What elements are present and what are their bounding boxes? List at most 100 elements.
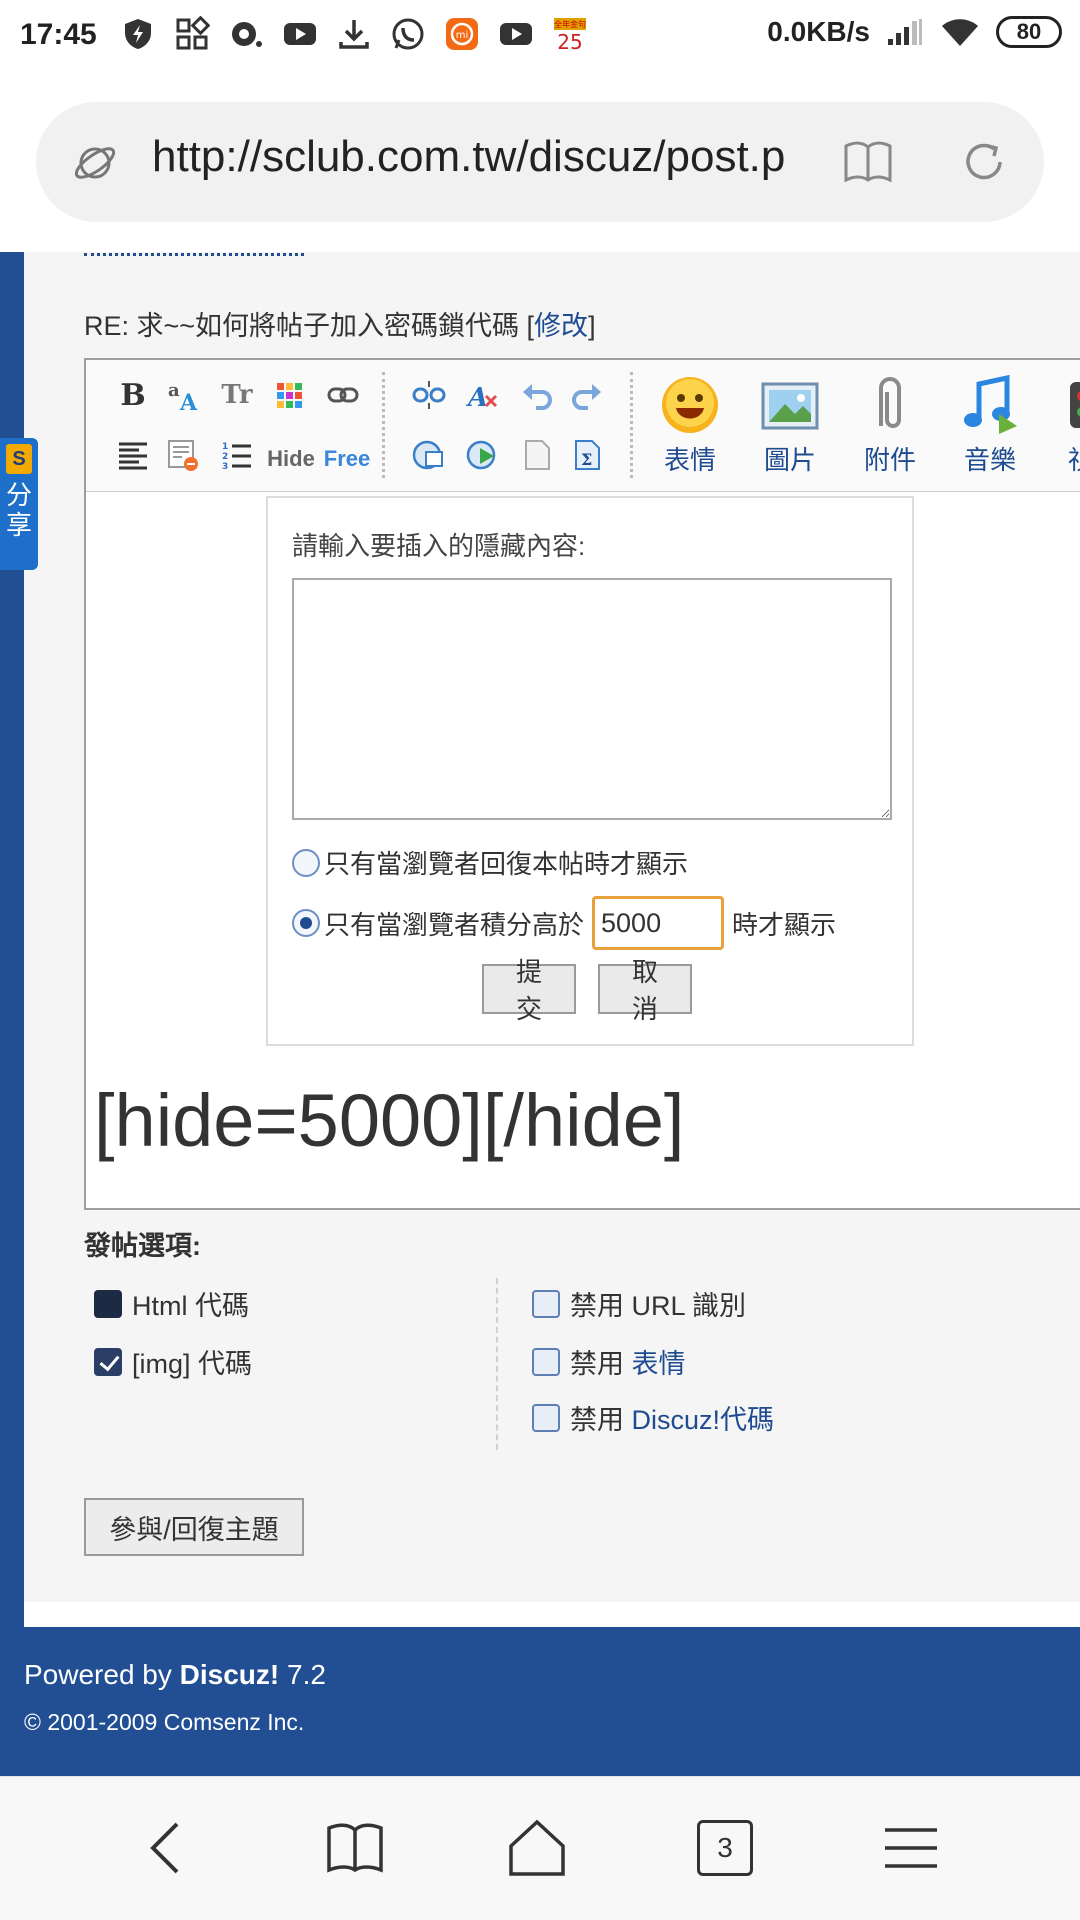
browser-bottom-nav: 3 xyxy=(0,1776,1080,1920)
cancel-button[interactable]: 取消 xyxy=(598,957,692,1024)
svg-text:a: a xyxy=(168,380,180,401)
music-button[interactable]: 音樂 xyxy=(950,374,1030,477)
color-grid-icon[interactable] xyxy=(272,378,306,412)
shield-bolt-icon xyxy=(118,14,158,54)
emoticons-link[interactable]: 表情 xyxy=(632,1342,686,1381)
option-disable-discuz-code[interactable]: 禁用 Discuz!代碼 xyxy=(532,1398,774,1437)
hide-content-label: 請輸入要插入的隱藏內容: xyxy=(292,531,586,561)
ordered-list-icon[interactable]: 123 xyxy=(220,438,254,472)
share-tab[interactable]: S 分享 xyxy=(0,438,38,570)
emoticon-button[interactable]: 表情 xyxy=(650,374,730,477)
redo-icon[interactable] xyxy=(570,378,604,412)
hide-content-textarea[interactable] xyxy=(292,578,892,820)
font-size-button[interactable]: Tr xyxy=(220,378,254,412)
block-quote-icon[interactable] xyxy=(166,438,200,472)
disable-emoticons-checkbox[interactable] xyxy=(532,1347,560,1376)
post-options-title: 發帖選項: xyxy=(84,1231,201,1261)
reader-mode-icon[interactable] xyxy=(842,138,894,186)
disable-url-checkbox[interactable] xyxy=(532,1289,560,1318)
notification-icons: mi 全年金句 25 xyxy=(118,14,590,54)
option-disable-emoticons[interactable]: 禁用 表情 xyxy=(532,1342,686,1381)
whatsapp-icon xyxy=(388,14,428,54)
back-arrow-icon xyxy=(150,1822,179,1874)
download-icon xyxy=(334,14,374,54)
svg-text:全年金句: 全年金句 xyxy=(554,19,586,29)
insert-formula-icon[interactable]: Σ xyxy=(570,438,604,472)
copyright: © 2001-2009 Comsenz Inc. xyxy=(24,1709,305,1735)
editor-toolbar: B aA Tr A 123 Hide Free Σ 表情 圖片 附件 音樂 xyxy=(86,360,1080,492)
reload-icon[interactable] xyxy=(960,138,1008,186)
browser-toolbar: http://sclub.com.tw/discuz/post.p xyxy=(0,74,1080,252)
edit-link[interactable]: 修改 xyxy=(534,311,588,341)
unlink-icon[interactable] xyxy=(412,378,446,412)
disable-discuz-code-checkbox[interactable] xyxy=(532,1403,560,1432)
network-speed: 0.0KB/s xyxy=(767,16,870,47)
attachment-button[interactable]: 附件 xyxy=(850,374,930,477)
html-code-checkbox[interactable] xyxy=(94,1289,122,1318)
svg-text:A: A xyxy=(179,390,198,412)
insert-media-icon[interactable] xyxy=(412,438,446,472)
video-icon xyxy=(1070,382,1080,428)
battery-indicator: 80 xyxy=(996,16,1062,48)
powered-by: Powered by Discuz! 7.2 xyxy=(24,1659,326,1690)
option-reply-radio[interactable] xyxy=(292,848,320,877)
option-score-row[interactable]: 只有當瀏覽者積分高於 時才顯示 xyxy=(292,896,836,950)
book-icon xyxy=(327,1823,383,1873)
option-html-code[interactable]: Html 代碼 xyxy=(94,1284,249,1323)
bookmarks-button[interactable] xyxy=(320,1813,390,1883)
undo-icon[interactable] xyxy=(520,378,554,412)
menu-button[interactable] xyxy=(876,1813,946,1883)
url-text[interactable]: http://sclub.com.tw/discuz/post.p xyxy=(152,132,820,182)
tabs-button[interactable]: 3 xyxy=(690,1813,760,1883)
svg-text:A: A xyxy=(466,383,488,412)
svg-text:25: 25 xyxy=(557,30,582,52)
discuz-code-link[interactable]: Discuz!代碼 xyxy=(632,1398,775,1437)
planet-icon xyxy=(74,147,116,179)
score-input[interactable] xyxy=(592,896,725,950)
mi-app-icon: mi xyxy=(442,14,482,54)
address-bar[interactable]: http://sclub.com.tw/discuz/post.p xyxy=(36,102,1044,222)
wifi-icon xyxy=(942,19,978,46)
options-divider xyxy=(496,1278,498,1450)
back-button[interactable] xyxy=(134,1813,204,1883)
music-note-icon xyxy=(964,374,1017,434)
free-button[interactable]: Free xyxy=(322,442,372,476)
reply-submit-button[interactable]: 參與/回復主題 xyxy=(84,1498,304,1556)
video-button[interactable]: 視 xyxy=(1050,374,1080,477)
post-editor: B aA Tr A 123 Hide Free Σ 表情 圖片 附件 音樂 請輸… xyxy=(84,358,1080,1210)
home-button[interactable] xyxy=(502,1813,572,1883)
clear-format-icon[interactable]: A xyxy=(466,378,500,412)
clipped-link[interactable] xyxy=(84,252,304,256)
font-color-icon[interactable]: aA xyxy=(166,378,200,412)
submit-button[interactable]: 提交 xyxy=(482,957,576,1024)
tabs-count: 3 xyxy=(697,1820,753,1876)
link-icon[interactable] xyxy=(326,378,360,412)
discuz-link[interactable]: Discuz! xyxy=(180,1659,280,1690)
image-button[interactable]: 圖片 xyxy=(750,374,830,477)
svg-text:Σ: Σ xyxy=(581,450,592,469)
insert-page-icon[interactable] xyxy=(520,438,554,472)
share-logo: S xyxy=(6,444,32,474)
option-score-suffix: 時才顯示 xyxy=(732,909,837,940)
align-left-icon[interactable] xyxy=(116,438,150,472)
hamburger-menu-icon xyxy=(885,1828,937,1868)
youtube-icon xyxy=(496,14,536,54)
smiley-icon xyxy=(662,377,718,433)
editor-content[interactable]: [hide=5000][/hide] xyxy=(94,1078,684,1163)
home-icon xyxy=(509,1819,565,1876)
insert-flash-icon[interactable] xyxy=(466,438,500,472)
image-icon xyxy=(761,382,819,430)
option-score-radio[interactable] xyxy=(292,909,320,937)
option-disable-url[interactable]: 禁用 URL 識別 xyxy=(532,1284,746,1323)
bold-button[interactable]: B xyxy=(116,378,150,413)
apps-grid-icon xyxy=(172,14,212,54)
option-reply-row[interactable]: 只有當瀏覽者回復本帖時才顯示 xyxy=(292,844,688,881)
signal-icon xyxy=(888,19,922,45)
status-time: 17:45 xyxy=(20,18,97,51)
hide-button[interactable]: Hide xyxy=(266,442,316,476)
img-code-checkbox[interactable] xyxy=(94,1347,122,1376)
status-bar: 17:45 mi 全年金句 25 0.0KB/s 80 xyxy=(0,0,1080,74)
option-img-code[interactable]: [img] 代碼 xyxy=(94,1342,252,1381)
hide-content-dialog: 請輸入要插入的隱藏內容: 只有當瀏覽者回復本帖時才顯示 只有當瀏覽者積分高於 時… xyxy=(266,496,914,1046)
reply-title: RE: 求~~如何將帖子加入密碼鎖代碼 [修改] xyxy=(84,311,596,341)
